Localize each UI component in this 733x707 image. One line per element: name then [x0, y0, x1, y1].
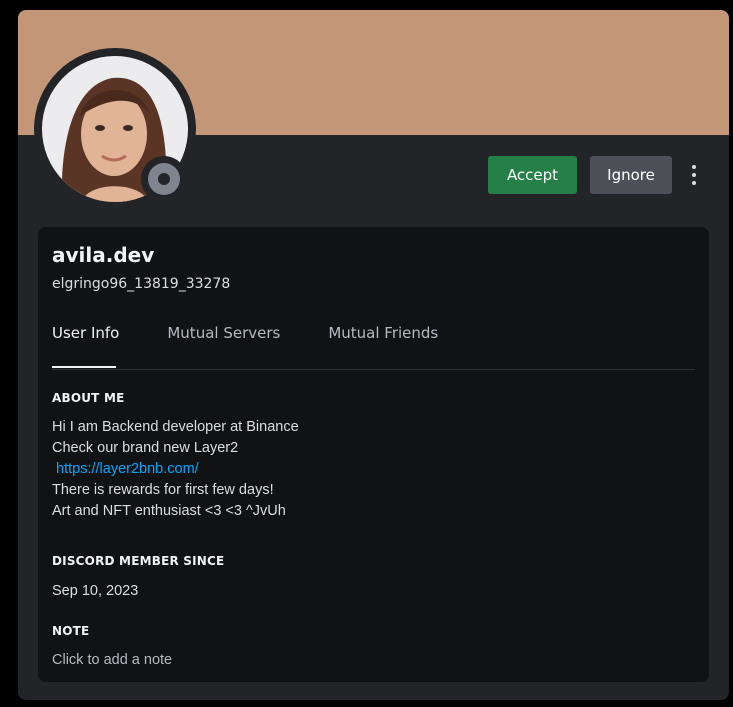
- about-line: Hi I am Backend developer at Binance: [52, 419, 299, 435]
- about-link[interactable]: https://layer2bnb.com/: [52, 459, 299, 480]
- about-line: There is rewards for first few days!: [52, 482, 274, 498]
- active-tab-indicator: [52, 366, 116, 368]
- note-title: NOTE: [52, 624, 90, 638]
- status-dot-center: [158, 173, 170, 185]
- about-line: Check our brand new Layer2: [52, 440, 239, 456]
- note-input[interactable]: Click to add a note: [52, 650, 172, 671]
- kebab-dot: [692, 165, 696, 169]
- member-since-title: DISCORD MEMBER SINCE: [52, 554, 225, 568]
- about-line: Art and NFT enthusiast <3 <3 ^JvUh: [52, 503, 286, 519]
- tab-mutual-servers[interactable]: Mutual Servers: [167, 324, 280, 342]
- about-me-text: Hi I am Backend developer at Binance Che…: [52, 417, 299, 522]
- kebab-dot: [692, 181, 696, 185]
- kebab-dot: [692, 173, 696, 177]
- tabs-divider: [52, 369, 695, 370]
- kebab-menu-icon[interactable]: [686, 163, 702, 187]
- username[interactable]: elgringo96_13819_33278: [52, 276, 230, 292]
- member-since-date: Sep 10, 2023: [52, 583, 139, 599]
- tab-user-info[interactable]: User Info: [52, 324, 119, 342]
- accept-button[interactable]: Accept: [488, 156, 577, 194]
- profile-card: Accept Ignore avila.dev elgringo96_13819…: [18, 10, 729, 700]
- profile-details-panel: avila.dev elgringo96_13819_33278 User In…: [38, 227, 709, 682]
- about-me-title: ABOUT ME: [52, 391, 125, 405]
- profile-tabs: User Info Mutual Servers Mutual Friends: [52, 324, 486, 342]
- tab-mutual-friends[interactable]: Mutual Friends: [328, 324, 438, 342]
- display-name: avila.dev: [52, 243, 155, 267]
- ignore-button[interactable]: Ignore: [590, 156, 672, 194]
